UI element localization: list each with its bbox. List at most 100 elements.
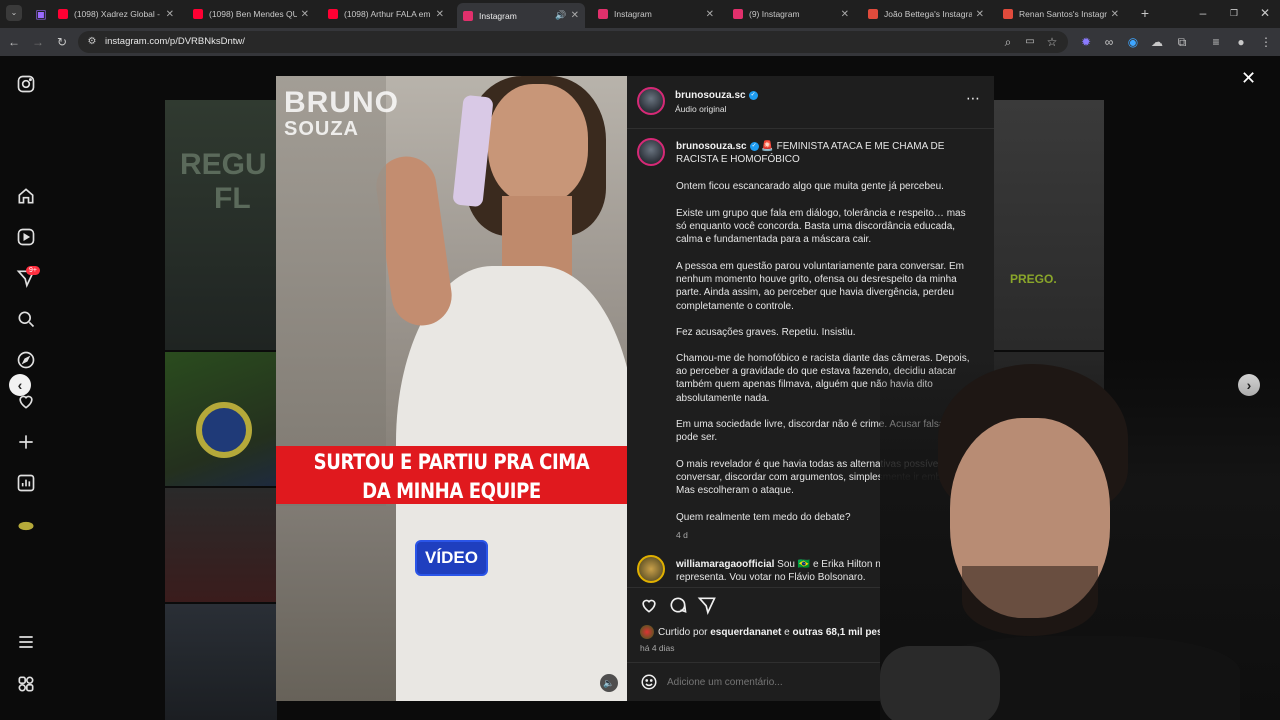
browser-tab[interactable]: Instagram 🔊 ✕ bbox=[457, 3, 585, 28]
caption-paragraph: Existe um grupo que fala em diálogo, tol… bbox=[676, 208, 966, 246]
browser-tab-bar: ⌄ ▣ (1098) Xadrez Global - Y ✕ (1098) Ben … bbox=[0, 0, 1280, 28]
chart-favicon-icon bbox=[1003, 9, 1013, 19]
reels-icon[interactable] bbox=[16, 227, 36, 247]
extension-icon-2[interactable]: ∞ bbox=[1101, 34, 1117, 50]
browser-tab[interactable]: (1098) Ben Mendes QUE ✕ bbox=[187, 3, 315, 25]
commenter-avatar[interactable] bbox=[637, 555, 665, 583]
extension-icon-3[interactable]: ◉ bbox=[1125, 34, 1141, 50]
previous-post-button[interactable]: ‹ bbox=[9, 374, 31, 396]
close-tab-icon[interactable]: ✕ bbox=[166, 9, 174, 20]
close-tab-icon[interactable]: ✕ bbox=[1111, 9, 1119, 20]
close-tab-icon[interactable]: ✕ bbox=[436, 9, 444, 20]
caption-title: brunosouza.sc ✓ 🚨 FEMINISTA ATACA E ME CH… bbox=[676, 140, 976, 166]
close-tab-icon[interactable]: ✕ bbox=[976, 9, 984, 20]
tab-title: (1098) Xadrez Global - Y bbox=[74, 9, 162, 19]
instagram-logo-icon[interactable] bbox=[16, 74, 36, 94]
profile-avatar-icon[interactable] bbox=[16, 516, 36, 536]
caption-paragraph: Fez acusações graves. Repetiu. Insistiu. bbox=[676, 327, 856, 338]
url-text[interactable]: instagram.com/p/DVRBNksDntw/ bbox=[105, 36, 245, 47]
also-from-meta-icon[interactable] bbox=[16, 674, 36, 694]
liker-avatar[interactable] bbox=[640, 625, 654, 639]
verified-badge-icon: ✓ bbox=[749, 141, 759, 151]
likes-user[interactable]: esquerdananet bbox=[710, 627, 781, 638]
home-icon[interactable] bbox=[16, 186, 36, 206]
caption-avatar[interactable] bbox=[637, 138, 665, 166]
background-tile-text: PREGO. bbox=[1010, 272, 1057, 286]
browser-tab[interactable]: (9) Instagram ✕ bbox=[727, 3, 855, 25]
caption-paragraph: Ontem ficou escancarado algo que muita g… bbox=[676, 181, 944, 192]
woman-neck bbox=[502, 196, 572, 276]
reload-icon[interactable]: ↻ bbox=[54, 34, 70, 50]
post-age: há 4 dias bbox=[640, 643, 675, 653]
author-avatar[interactable] bbox=[637, 87, 665, 115]
share-send-icon[interactable] bbox=[697, 595, 717, 615]
background-post-tile bbox=[165, 488, 277, 602]
profile-avatar-icon[interactable]: ● bbox=[1233, 34, 1249, 50]
search-icon[interactable] bbox=[16, 309, 36, 329]
zoom-icon[interactable]: ⌕ bbox=[1000, 34, 1016, 50]
emoji-picker-icon[interactable] bbox=[640, 673, 658, 691]
audio-label[interactable]: Áudio original bbox=[675, 104, 727, 114]
tab-title: Instagram bbox=[614, 9, 652, 19]
restore-button[interactable]: ❐ bbox=[1226, 5, 1242, 21]
close-window-button[interactable]: ✕ bbox=[1257, 5, 1273, 21]
browser-tab[interactable]: (1098) Arthur FALA em I ✕ bbox=[322, 3, 450, 25]
close-modal-button[interactable]: ✕ bbox=[1241, 68, 1256, 89]
close-tab-icon[interactable]: ✕ bbox=[571, 10, 579, 21]
explore-icon[interactable] bbox=[16, 350, 36, 370]
extension-tab-icon[interactable]: ▣ bbox=[33, 6, 49, 22]
close-tab-icon[interactable]: ✕ bbox=[706, 9, 714, 20]
extension-icon-4[interactable]: ☁ bbox=[1149, 34, 1165, 50]
likes-prefix: Curtido por bbox=[658, 627, 708, 638]
instagram-favicon-icon bbox=[598, 9, 608, 19]
browser-menu-icon[interactable]: ⋮ bbox=[1258, 34, 1274, 50]
author-username[interactable]: brunosouza.sc ✓ bbox=[675, 90, 758, 101]
instagram-page: REGU FL PREGO. 9+ ‹ ✕ BRUNO SOUZA SURTOU… bbox=[0, 56, 1280, 720]
browser-tab[interactable]: (1098) Xadrez Global - Y ✕ bbox=[52, 3, 180, 25]
new-tab-button[interactable]: + bbox=[1137, 5, 1153, 21]
mute-toggle-icon[interactable]: 🔈 bbox=[600, 674, 618, 692]
back-icon[interactable]: ← bbox=[6, 34, 22, 50]
likes-summary: Curtido por esquerdananet e outras 68,1 … bbox=[658, 627, 905, 638]
streamer-webcam-overlay bbox=[880, 356, 1280, 720]
tab-title: Instagram bbox=[479, 10, 517, 21]
browser-tab[interactable]: Renan Santos's Instagra ✕ bbox=[997, 3, 1125, 25]
like-heart-icon[interactable] bbox=[639, 595, 659, 615]
caption-username[interactable]: brunosouza.sc ✓ bbox=[676, 141, 759, 152]
address-bar[interactable]: ⚙ instagram.com/p/DVRBNksDntw/ ⌕ ▭ ☆ bbox=[78, 31, 1068, 53]
extensions-puzzle-icon[interactable]: ⧉ bbox=[1174, 34, 1190, 50]
background-post-tile bbox=[994, 100, 1104, 350]
background-tile-text: FL bbox=[214, 182, 251, 215]
site-info-icon[interactable]: ⚙ bbox=[84, 34, 100, 50]
close-tab-icon[interactable]: ✕ bbox=[301, 9, 309, 20]
instagram-favicon-icon bbox=[733, 9, 743, 19]
microphone-image bbox=[880, 646, 1000, 720]
chart-favicon-icon bbox=[868, 9, 878, 19]
bookmark-star-icon[interactable]: ☆ bbox=[1044, 34, 1060, 50]
watermark-name: BRUNO bbox=[284, 86, 399, 119]
more-menu-icon[interactable] bbox=[16, 632, 36, 652]
browser-toolbar: ← → ↻ ⚙ instagram.com/p/DVRBNksDntw/ ⌕ ▭… bbox=[0, 28, 1280, 56]
tab-audio-icon[interactable]: 🔊 bbox=[555, 10, 566, 21]
close-tab-icon[interactable]: ✕ bbox=[841, 9, 849, 20]
tab-title: (1098) Ben Mendes QUE bbox=[209, 9, 297, 19]
browser-tab[interactable]: João Bettega's Instagram ✕ bbox=[862, 3, 990, 25]
create-plus-icon[interactable] bbox=[16, 432, 36, 452]
tab-title: Renan Santos's Instagra bbox=[1019, 9, 1107, 19]
tab-title: (1098) Arthur FALA em I bbox=[344, 9, 432, 19]
commenter-username[interactable]: williamaragaoofficial bbox=[676, 559, 774, 570]
cast-icon[interactable]: ▭ bbox=[1022, 34, 1038, 50]
likes-middle: e bbox=[784, 627, 790, 638]
forward-icon[interactable]: → bbox=[30, 34, 46, 50]
background-post-tile bbox=[165, 604, 277, 720]
minimize-button[interactable]: – bbox=[1195, 5, 1211, 21]
tab-search-icon[interactable]: ⌄ bbox=[6, 5, 22, 21]
reading-list-icon[interactable]: ≡ bbox=[1208, 34, 1224, 50]
video-label: VÍDEO bbox=[425, 548, 478, 567]
browser-tab[interactable]: Instagram ✕ bbox=[592, 3, 720, 25]
comment-bubble-icon[interactable] bbox=[668, 595, 688, 615]
post-video[interactable]: BRUNO SOUZA SURTOU E PARTIU PRA CIMA DA … bbox=[276, 76, 627, 701]
dashboard-icon[interactable] bbox=[16, 473, 36, 493]
extension-icon-1[interactable]: ✹ bbox=[1078, 34, 1094, 50]
more-options-icon[interactable]: ⋯ bbox=[966, 90, 981, 107]
